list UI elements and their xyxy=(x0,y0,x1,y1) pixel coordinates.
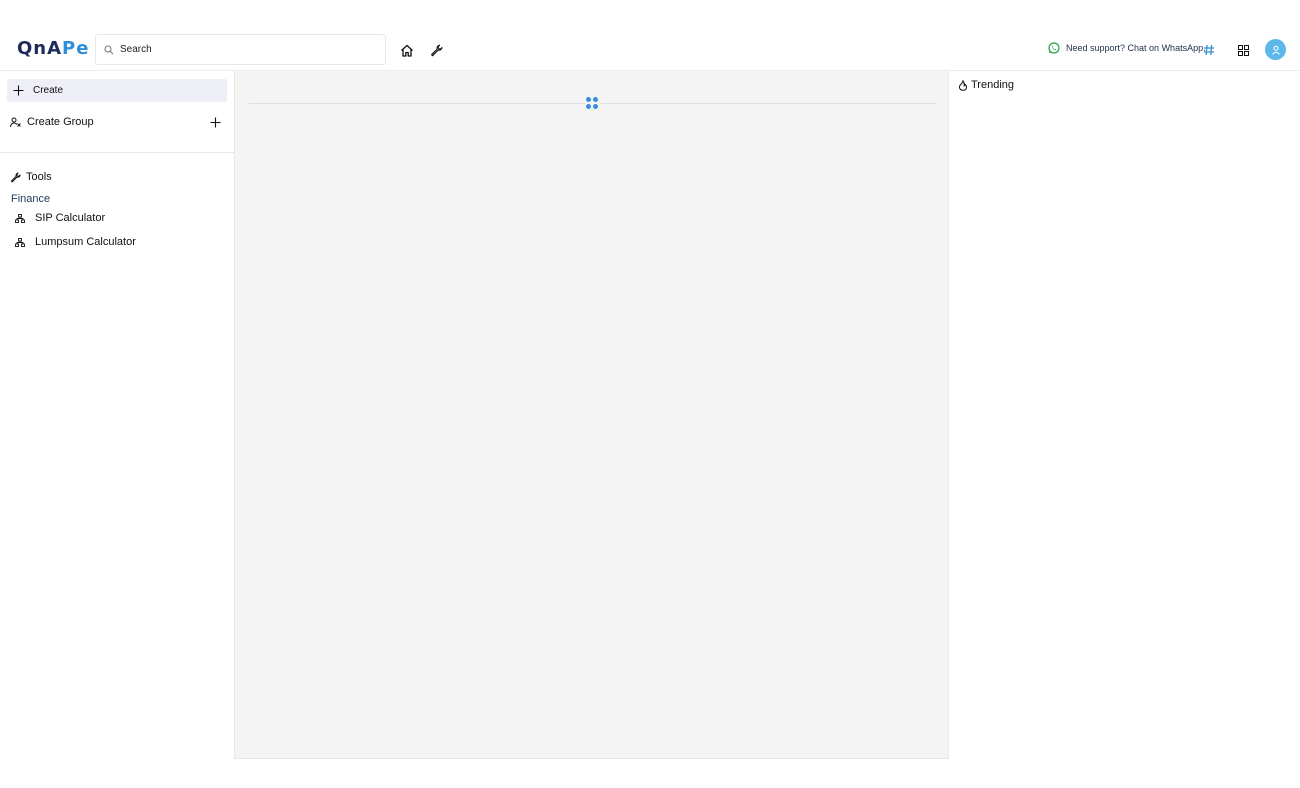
search-input[interactable] xyxy=(120,35,380,64)
sidebar-item-sip-calculator[interactable]: SIP Calculator xyxy=(15,212,105,224)
tool-label: SIP Calculator xyxy=(35,212,106,224)
logo-text-light: Pe xyxy=(62,38,90,59)
whatsapp-icon xyxy=(1048,42,1060,54)
logo-text-dark: QnA xyxy=(17,38,63,59)
plus-icon xyxy=(12,85,24,97)
hashtag-icon[interactable] xyxy=(1202,43,1216,57)
create-group-label: Create Group xyxy=(27,116,94,128)
grid-icon[interactable] xyxy=(1236,43,1250,57)
avatar[interactable] xyxy=(1265,39,1286,60)
main-feed xyxy=(234,71,949,759)
create-button[interactable]: Create xyxy=(7,79,227,102)
tools-heading: Tools xyxy=(10,171,52,183)
loading-spinner-icon xyxy=(585,96,601,112)
sidebar-item-lumpsum-calculator[interactable]: Lumpsum Calculator xyxy=(15,236,136,248)
group-icon xyxy=(10,117,21,127)
sitemap-icon xyxy=(15,213,25,223)
left-sidebar: Create Create Group Tools Finance SIP Ca… xyxy=(0,71,234,759)
top-header: QnAPe Need support? Chat on WhatsApp. xyxy=(0,30,1300,71)
fire-icon xyxy=(958,79,968,91)
search-box[interactable] xyxy=(95,34,386,65)
create-label: Create xyxy=(33,85,64,96)
whatsapp-support-link[interactable]: Need support? Chat on WhatsApp. xyxy=(1048,42,1206,54)
tool-label: Lumpsum Calculator xyxy=(35,236,136,248)
right-panel: Trending xyxy=(950,71,1300,759)
logo[interactable]: QnAPe xyxy=(17,38,89,59)
trending-heading: Trending xyxy=(958,79,1014,91)
tools-label: Tools xyxy=(26,171,52,183)
create-group-item[interactable]: Create Group xyxy=(10,114,222,130)
sitemap-icon xyxy=(15,237,25,247)
home-icon[interactable] xyxy=(399,42,415,58)
sidebar-divider xyxy=(0,152,234,153)
wrench-icon xyxy=(10,172,21,182)
user-icon xyxy=(1271,45,1280,55)
search-icon xyxy=(104,45,114,55)
finance-category: Finance xyxy=(11,193,51,205)
support-text: Need support? Chat on WhatsApp. xyxy=(1066,43,1206,53)
wrench-icon[interactable] xyxy=(428,42,444,58)
add-group-icon[interactable] xyxy=(208,115,222,129)
trending-label: Trending xyxy=(971,79,1015,91)
